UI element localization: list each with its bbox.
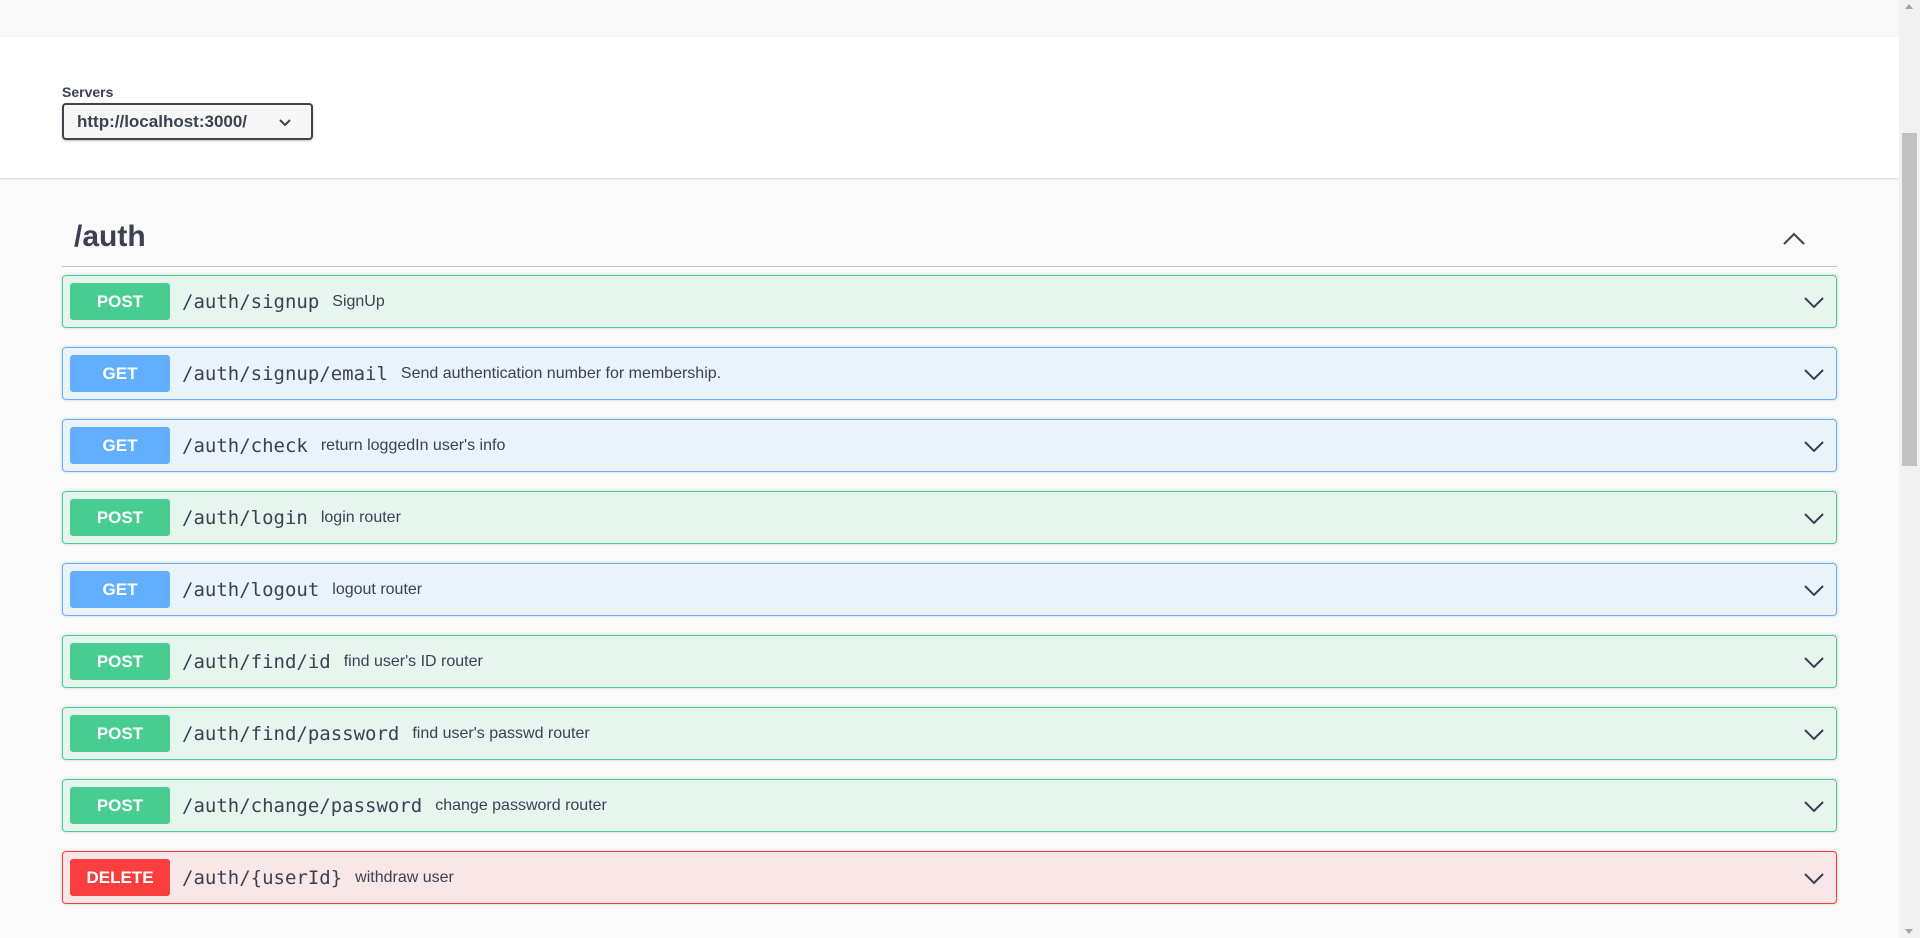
tag-title: /auth — [74, 220, 146, 253]
operation-path: /auth/{userId} — [182, 866, 343, 889]
scrollbar-thumb[interactable] — [1902, 133, 1917, 466]
server-select[interactable]: http://localhost:3000/ — [62, 103, 313, 140]
operation-path: /auth/change/password — [182, 794, 423, 817]
operation-summary: find user's ID router — [343, 652, 483, 670]
tag-header-auth[interactable]: /auth — [62, 211, 1837, 267]
operation-summary: logout router — [332, 580, 423, 598]
chevron-down-icon[interactable] — [1802, 578, 1826, 602]
method-badge: POST — [70, 787, 170, 824]
operation-summary: SignUp — [332, 292, 385, 310]
operation-path: /auth/logout — [182, 578, 320, 601]
servers-label: Servers — [62, 84, 114, 100]
chevron-down-icon[interactable] — [1802, 722, 1826, 746]
operation-post[interactable]: POST/auth/change/password change password… — [62, 779, 1837, 832]
chevron-down-icon[interactable] — [1802, 290, 1826, 314]
server-select-value: http://localhost:3000/ — [77, 111, 248, 131]
operation-path: /auth/login — [182, 506, 308, 529]
chevron-down-icon — [279, 119, 291, 127]
scroll-up-arrow-icon[interactable] — [1905, 4, 1913, 9]
operation-summary: withdraw user — [355, 868, 454, 886]
chevron-down-icon[interactable] — [1802, 362, 1826, 386]
operation-delete[interactable]: DELETE/auth/{userId} withdraw user — [62, 851, 1837, 904]
operation-path: /auth/signup — [182, 290, 320, 313]
top-strip — [0, 0, 1899, 37]
chevron-down-icon[interactable] — [1802, 866, 1826, 890]
operation-path: /auth/check — [182, 434, 308, 457]
operation-summary: change password router — [435, 796, 607, 814]
method-badge: POST — [70, 643, 170, 680]
operation-summary: return loggedIn user's info — [320, 436, 506, 454]
method-badge: GET — [70, 571, 170, 608]
method-badge: GET — [70, 355, 170, 392]
chevron-down-icon[interactable] — [1802, 434, 1826, 458]
operation-post[interactable]: POST/auth/signup SignUp — [62, 275, 1837, 328]
chevron-down-icon[interactable] — [1802, 650, 1826, 674]
chevron-down-icon[interactable] — [1802, 794, 1826, 818]
operation-path: /auth/find/password — [182, 722, 400, 745]
operations-list: POST/auth/signup SignUp GET/auth/signup/em… — [62, 275, 1837, 923]
operation-path: /auth/signup/email — [182, 362, 388, 385]
scheme-container: Servers http://localhost:3000/ — [0, 37, 1899, 178]
method-badge: GET — [70, 427, 170, 464]
operation-get[interactable]: GET/auth/signup/email Send authentication… — [62, 347, 1837, 400]
operation-get[interactable]: GET/auth/check return loggedIn user's inf… — [62, 419, 1837, 472]
operation-summary: Send authentication number for membershi… — [400, 364, 722, 382]
operation-get[interactable]: GET/auth/logout logout router — [62, 563, 1837, 616]
chevron-up-icon[interactable] — [1781, 226, 1807, 252]
method-badge: POST — [70, 715, 170, 752]
method-badge: DELETE — [70, 859, 170, 896]
operation-path: /auth/find/id — [182, 650, 331, 673]
scrollbar[interactable] — [1899, 0, 1920, 938]
chevron-down-icon[interactable] — [1802, 506, 1826, 530]
method-badge: POST — [70, 499, 170, 536]
method-badge: POST — [70, 283, 170, 320]
scroll-down-arrow-icon[interactable] — [1905, 929, 1913, 934]
operation-summary: login router — [320, 508, 401, 526]
operation-summary: find user's passwd router — [412, 724, 590, 742]
operation-post[interactable]: POST/auth/find/id find user's ID router — [62, 635, 1837, 688]
operation-post[interactable]: POST/auth/find/password find user's passw… — [62, 707, 1837, 760]
operation-post[interactable]: POST/auth/login login router — [62, 491, 1837, 544]
